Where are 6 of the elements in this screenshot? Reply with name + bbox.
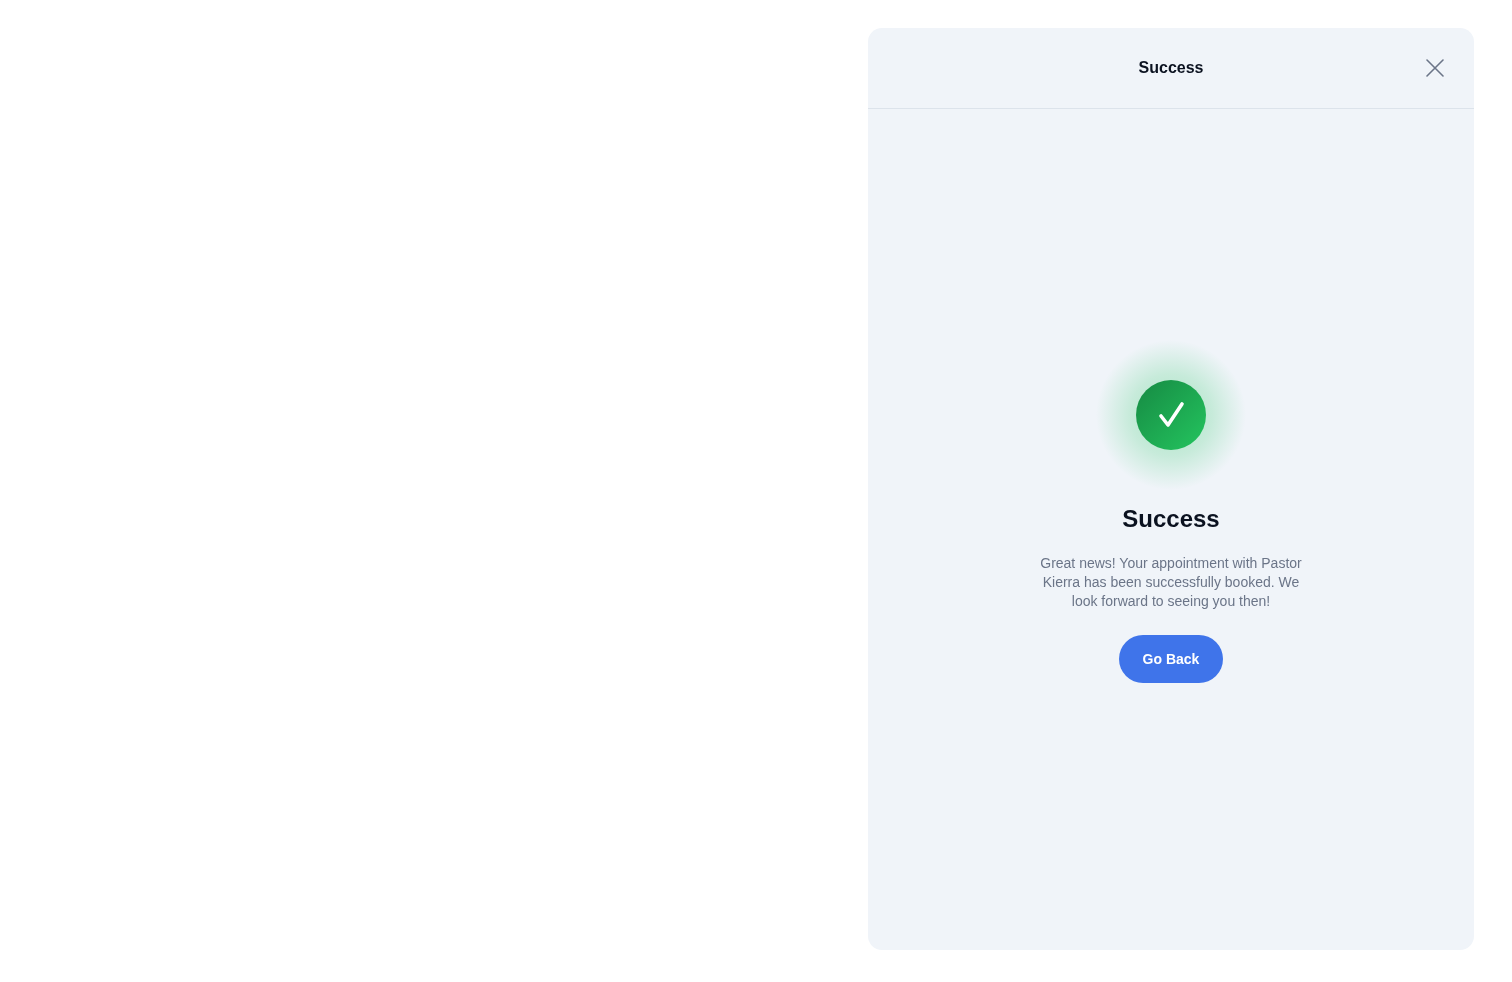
success-message: Great news! Your appointment with Pastor Kierra has been successfully booked. We look forward to seeing you then! bbox=[1039, 554, 1303, 611]
go-back-button[interactable]: Go Back bbox=[1118, 635, 1224, 683]
dialog-title: Success bbox=[1138, 59, 1204, 77]
close-button[interactable] bbox=[1426, 59, 1444, 77]
close-icon bbox=[1426, 59, 1444, 77]
success-heading: Success bbox=[1122, 504, 1220, 534]
